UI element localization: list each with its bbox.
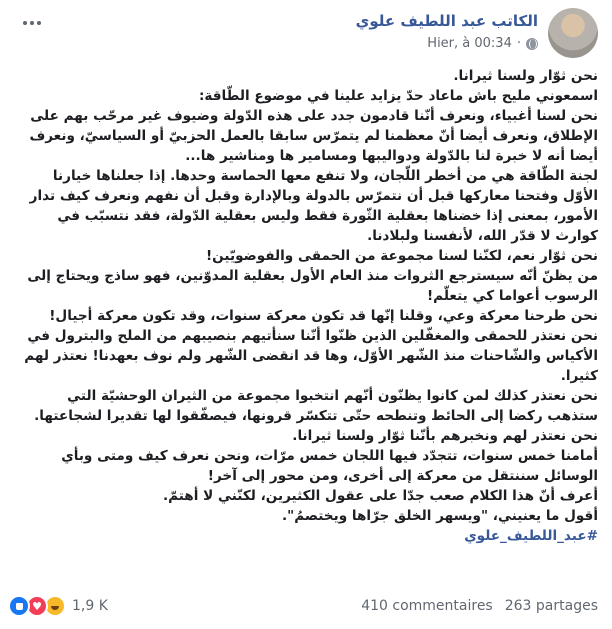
author-name[interactable]: الكاتب عبد اللطيف علوي	[356, 12, 538, 30]
post-line: أقول ما يعنيني، "ويسهر الخلق جرّاها ويخت…	[281, 508, 598, 524]
meta-separator: ·	[516, 36, 521, 51]
globe-icon[interactable]	[526, 37, 538, 50]
comments-count[interactable]: 410 commentaires	[361, 598, 493, 614]
author-avatar[interactable]	[548, 8, 598, 58]
reactions-summary[interactable]	[8, 595, 66, 617]
post-line: نحن نعتذر كذلك لمن كانوا يظنّون أنّهم ان…	[34, 388, 598, 444]
post-timestamp[interactable]: Hier, à 00:34	[427, 36, 512, 51]
more-dot	[23, 21, 27, 25]
more-dot	[30, 21, 34, 25]
post-header: الكاتب عبد اللطيف علوي Hier, à 00:34 ·	[14, 8, 598, 60]
hashtag-link[interactable]: #عبد_اللطيف_علوي	[464, 528, 598, 544]
post-line: اسمعوني مليح باش ماعاد حدّ يزايد علينا ف…	[198, 88, 598, 104]
post-line: أمامنا خمس سنوات، تتجدّد فيها اللجان خمس…	[61, 448, 598, 484]
post-line: نحن لسنا أغبياء، ونعرف أنّنا قادمون جدد …	[29, 108, 598, 164]
post-line: نحن طرحنا معركة وعي، وقلنا إنّها قد تكون…	[49, 308, 598, 324]
post-line: من يظنّ أنّه سيسترجع الثروات منذ العام ا…	[27, 268, 598, 304]
post-footer: 1,9 K 410 commentaires 263 partages	[8, 593, 598, 619]
facebook-post: الكاتب عبد اللطيف علوي Hier, à 00:34 · ن…	[0, 0, 612, 629]
post-line: نحن نعتذر للحمقى والمغفّلين الذين ظنّوا …	[24, 328, 598, 384]
post-line: نحن ثوّار نعم، لكنّنا لسنا مجموعة من الح…	[205, 248, 598, 264]
more-dot	[37, 21, 41, 25]
post-line: لجنة الطّاقة هي من أخطر اللّجان، ولا تنف…	[29, 168, 598, 244]
post-body: نحن ثوّار ولسنا ثيرانا. اسمعوني مليح باش…	[14, 66, 598, 546]
like-icon	[8, 595, 30, 617]
shares-count[interactable]: 263 partages	[505, 598, 598, 614]
post-meta: Hier, à 00:34 ·	[427, 36, 538, 51]
reaction-count[interactable]: 1,9 K	[72, 598, 108, 614]
post-line: نحن ثوّار ولسنا ثيرانا.	[453, 68, 598, 84]
post-line: أعرف أنّ هذا الكلام صعب جدّا على عقول ال…	[162, 488, 598, 504]
more-options-button[interactable]	[18, 14, 46, 32]
